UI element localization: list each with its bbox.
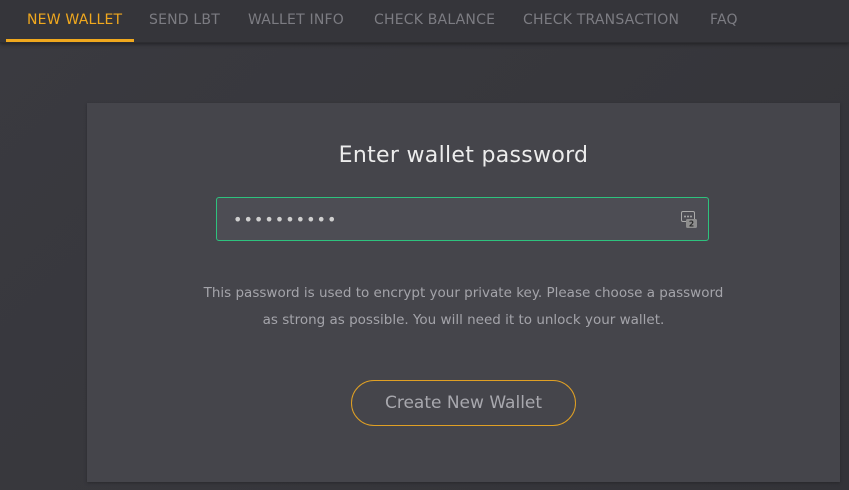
page: NEW WALLET SEND LBT WALLET INFO CHECK BA…: [0, 0, 849, 490]
description-line: This password is used to encrypt your pr…: [203, 285, 724, 301]
tab-check-balance[interactable]: CHECK BALANCE: [374, 0, 495, 42]
tab-new-wallet[interactable]: NEW WALLET: [27, 0, 122, 42]
password-manager-badge: 2: [689, 219, 694, 228]
password-manager-icon[interactable]: 2: [681, 210, 697, 228]
password-input[interactable]: [217, 198, 672, 240]
card-title: Enter wallet password: [338, 143, 589, 168]
password-description: This password is used to encrypt your pr…: [147, 280, 780, 334]
new-wallet-card: Enter wallet password 2 This password is…: [87, 103, 840, 482]
active-tab-indicator: [6, 39, 134, 42]
tab-check-transaction[interactable]: CHECK TRANSACTION: [523, 0, 679, 42]
description-line: as strong as possible. You will need it …: [262, 312, 665, 328]
tab-send-lbt[interactable]: SEND LBT: [149, 0, 220, 42]
tab-faq[interactable]: FAQ: [710, 0, 738, 42]
create-new-wallet-button[interactable]: Create New Wallet: [351, 380, 576, 426]
top-navigation: NEW WALLET SEND LBT WALLET INFO CHECK BA…: [0, 0, 849, 43]
tab-wallet-info[interactable]: WALLET INFO: [248, 0, 344, 42]
password-field[interactable]: 2: [216, 197, 709, 241]
